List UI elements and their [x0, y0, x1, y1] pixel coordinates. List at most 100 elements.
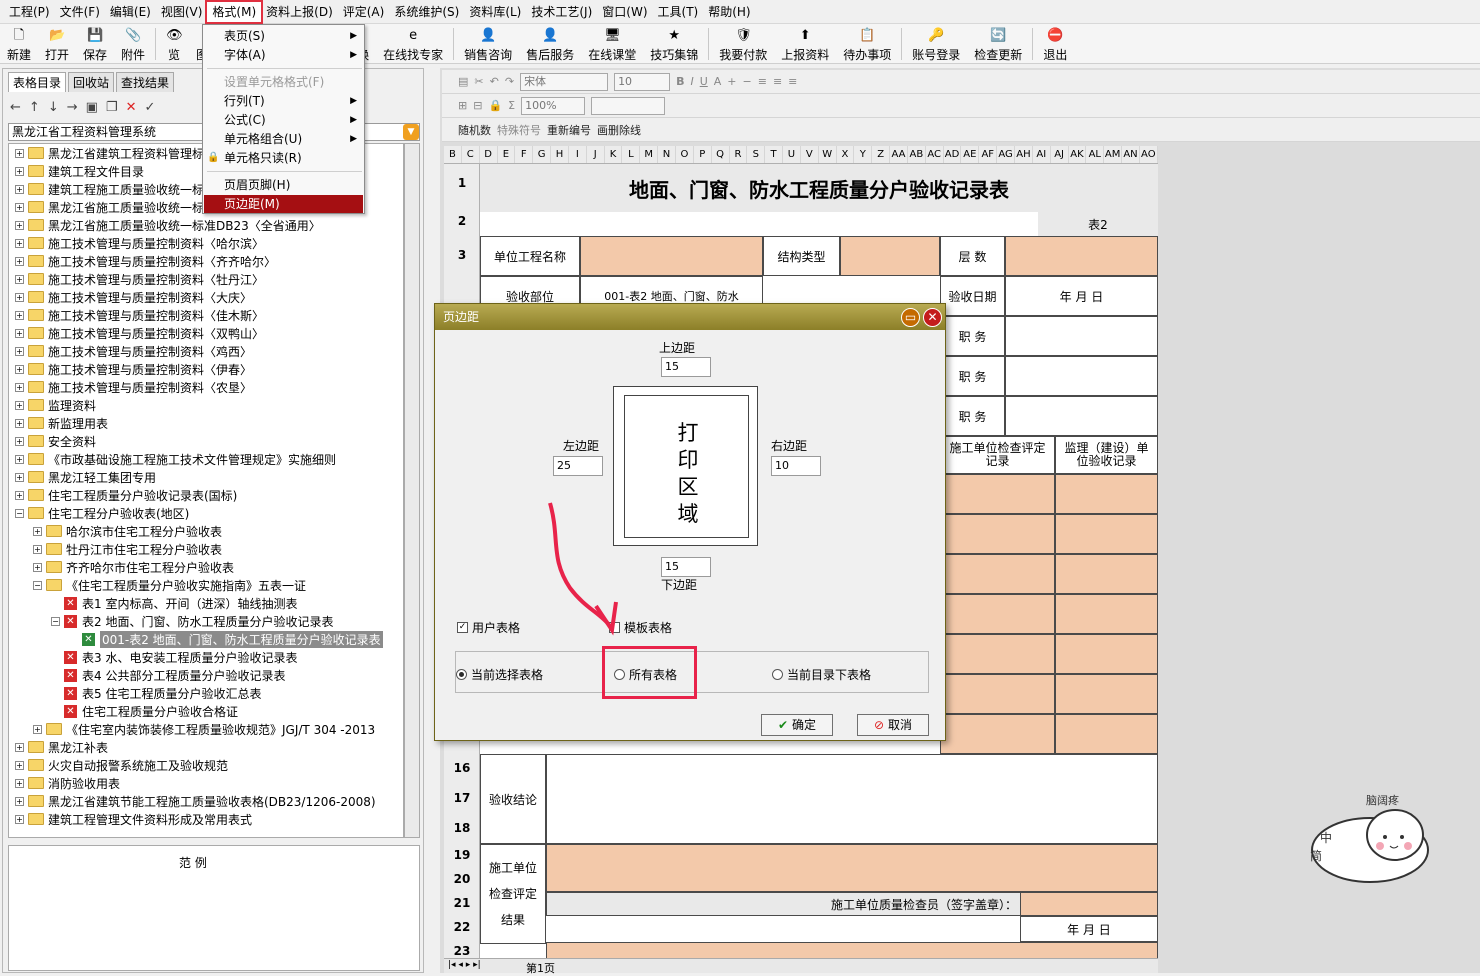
column-label[interactable]: X — [837, 146, 855, 163]
expand-icon[interactable]: + — [33, 562, 42, 572]
format-menu-item-3[interactable]: 行列(T) ▶ — [204, 92, 363, 110]
expand-icon[interactable]: + — [33, 526, 42, 536]
upload-button[interactable]: ⬆ 上报资料 — [774, 25, 836, 63]
row-label[interactable]: 21 — [444, 896, 480, 910]
unit-name-value[interactable] — [580, 236, 763, 276]
construction-check-cell[interactable] — [940, 474, 1055, 514]
construction-check-cell[interactable] — [940, 554, 1055, 594]
menu-item-8[interactable]: 资料库(L) — [464, 2, 526, 22]
menu-item-4[interactable]: 格式(M) — [205, 0, 264, 24]
delete-icon[interactable]: ✕ — [126, 100, 137, 115]
inspection-date-label[interactable]: 验收日期 — [940, 276, 1005, 316]
align-right-icon[interactable]: ≡ — [788, 75, 797, 88]
expand-icon[interactable]: + — [15, 328, 24, 338]
row-label[interactable]: 3 — [444, 248, 480, 262]
menu-item-11[interactable]: 工具(T) — [653, 2, 704, 22]
save-button[interactable]: 💾 保存 — [76, 25, 114, 63]
expand-icon[interactable]: + — [15, 292, 24, 302]
renumber-button[interactable]: 重新编号 — [547, 122, 591, 138]
row-label[interactable]: 19 — [444, 848, 480, 862]
scope-current-radio[interactable]: 当前选择表格 — [456, 666, 543, 683]
column-label[interactable]: AI — [1033, 146, 1051, 163]
expand-icon[interactable]: + — [15, 436, 24, 446]
random-number-button[interactable]: 随机数 — [458, 122, 491, 138]
todo-button[interactable]: 📋 待办事项 — [836, 25, 898, 63]
tree-node[interactable]: + 哈尔滨市住宅工程分户验收表 — [33, 522, 222, 540]
arrow-up-icon[interactable]: ↑ — [29, 100, 40, 115]
construction-check-cell[interactable] — [940, 714, 1055, 754]
tree-node[interactable]: + 施工技术管理与质量控制资料〈大庆〉 — [15, 288, 252, 306]
tree-node[interactable]: + 黑龙江省建筑节能工程施工质量验收表格(DB23/1206-2008) — [15, 792, 376, 810]
bottom-margin-input[interactable]: 15 — [661, 557, 711, 577]
expand-icon[interactable]: + — [15, 454, 24, 464]
column-label[interactable]: N — [658, 146, 676, 163]
column-label[interactable]: AE — [961, 146, 980, 163]
expand-icon[interactable]: + — [15, 310, 24, 320]
tree-node[interactable]: + 黑龙江省建筑工程资料管理标 — [15, 144, 204, 162]
duty-label[interactable]: 职 务 — [940, 396, 1005, 436]
supervision-check-cell[interactable] — [1055, 554, 1158, 594]
column-label[interactable]: AK — [1069, 146, 1087, 163]
contractor-result-value[interactable] — [546, 844, 1158, 892]
expand-icon[interactable]: + — [15, 346, 24, 356]
expand-icon[interactable]: + — [15, 202, 24, 212]
unit-name-label[interactable]: 单位工程名称 — [480, 236, 580, 276]
tree-node[interactable]: + 施工技术管理与质量控制资料〈鸡西〉 — [15, 342, 252, 360]
arrow-down-icon[interactable]: ↓ — [48, 100, 59, 115]
column-label[interactable]: AO — [1140, 146, 1158, 163]
column-label[interactable]: AF — [979, 146, 998, 163]
menu-item-0[interactable]: 工程(P) — [4, 2, 55, 22]
tree-node[interactable]: ✕ 住宅工程质量分户验收合格证 — [51, 702, 238, 720]
special-symbol-button[interactable]: 特殊符号 — [497, 122, 541, 138]
column-label[interactable]: I — [569, 146, 587, 163]
expand-icon[interactable]: + — [15, 184, 24, 194]
column-label[interactable]: AH — [1015, 146, 1033, 163]
tree-node[interactable]: + 施工技术管理与质量控制资料〈哈尔滨〉 — [15, 234, 264, 252]
tree-node[interactable]: + 齐齐哈尔市住宅工程分户验收表 — [33, 558, 234, 576]
menu-item-2[interactable]: 编辑(E) — [105, 2, 156, 22]
column-label[interactable]: AG — [997, 146, 1015, 163]
align-left-icon[interactable]: ≡ — [758, 75, 767, 88]
tree-scrollbar[interactable] — [404, 143, 420, 838]
format-menu-item-8[interactable]: 页边距(M) — [204, 195, 363, 213]
conclusion-value[interactable] — [546, 754, 1158, 844]
tree-node[interactable]: + 黑龙江轻工集团专用 — [15, 468, 156, 486]
chevron-down-icon[interactable]: ▼ — [403, 124, 419, 140]
tree-node[interactable]: ✕ 表5 住宅工程质量分户验收汇总表 — [51, 684, 261, 702]
column-label[interactable]: AJ — [1051, 146, 1069, 163]
column-label[interactable]: E — [498, 146, 516, 163]
border-style-select[interactable] — [591, 96, 666, 115]
column-label[interactable]: AD — [944, 146, 962, 163]
column-label[interactable]: P — [694, 146, 712, 163]
duty-label[interactable]: 职 务 — [940, 356, 1005, 396]
expand-icon[interactable]: + — [15, 382, 24, 392]
expand-icon[interactable]: + — [15, 742, 24, 752]
tree-node[interactable]: + 建筑工程文件目录 — [15, 162, 144, 180]
tree-node[interactable]: ✕ 表1 室内标高、开间（进深）轴线抽测表 — [51, 594, 297, 612]
tree-node[interactable]: + 黑龙江省施工质量验收统一标 — [15, 198, 204, 216]
expand-icon[interactable]: + — [15, 400, 24, 410]
structure-type-value[interactable] — [840, 236, 940, 276]
bold-icon[interactable]: B — [676, 75, 684, 88]
construction-check-cell[interactable] — [940, 674, 1055, 714]
row-label[interactable]: 18 — [444, 821, 480, 835]
underline-icon[interactable]: U — [700, 75, 708, 88]
column-label[interactable]: W — [819, 146, 837, 163]
tree-node[interactable]: + 火灾自动报警系统施工及验收规范 — [15, 756, 228, 774]
inspector-signature-value[interactable] — [1020, 892, 1158, 916]
right-margin-input[interactable]: 10 — [771, 456, 821, 476]
exit-button[interactable]: ⛔ 退出 — [1036, 25, 1074, 63]
close-icon[interactable]: ✕ — [923, 308, 942, 327]
arrow-left-icon[interactable]: ← — [10, 100, 21, 115]
font-color-icon[interactable]: A — [714, 75, 722, 88]
italic-icon[interactable]: I — [690, 75, 693, 88]
minus-icon[interactable]: − — [743, 75, 752, 88]
supervision-check-cell[interactable] — [1055, 674, 1158, 714]
conclusion-label[interactable]: 验收结论 — [480, 754, 546, 844]
merge-icon[interactable]: ⊞ — [458, 99, 467, 112]
sheet-tab-page1[interactable]: 第1页 — [526, 960, 555, 976]
row-label[interactable]: 23 — [444, 944, 480, 958]
expand-icon[interactable]: + — [15, 418, 24, 428]
column-label[interactable]: AL — [1086, 146, 1105, 163]
tree-node[interactable]: + 住宅工程质量分户验收记录表(国标) — [15, 486, 237, 504]
